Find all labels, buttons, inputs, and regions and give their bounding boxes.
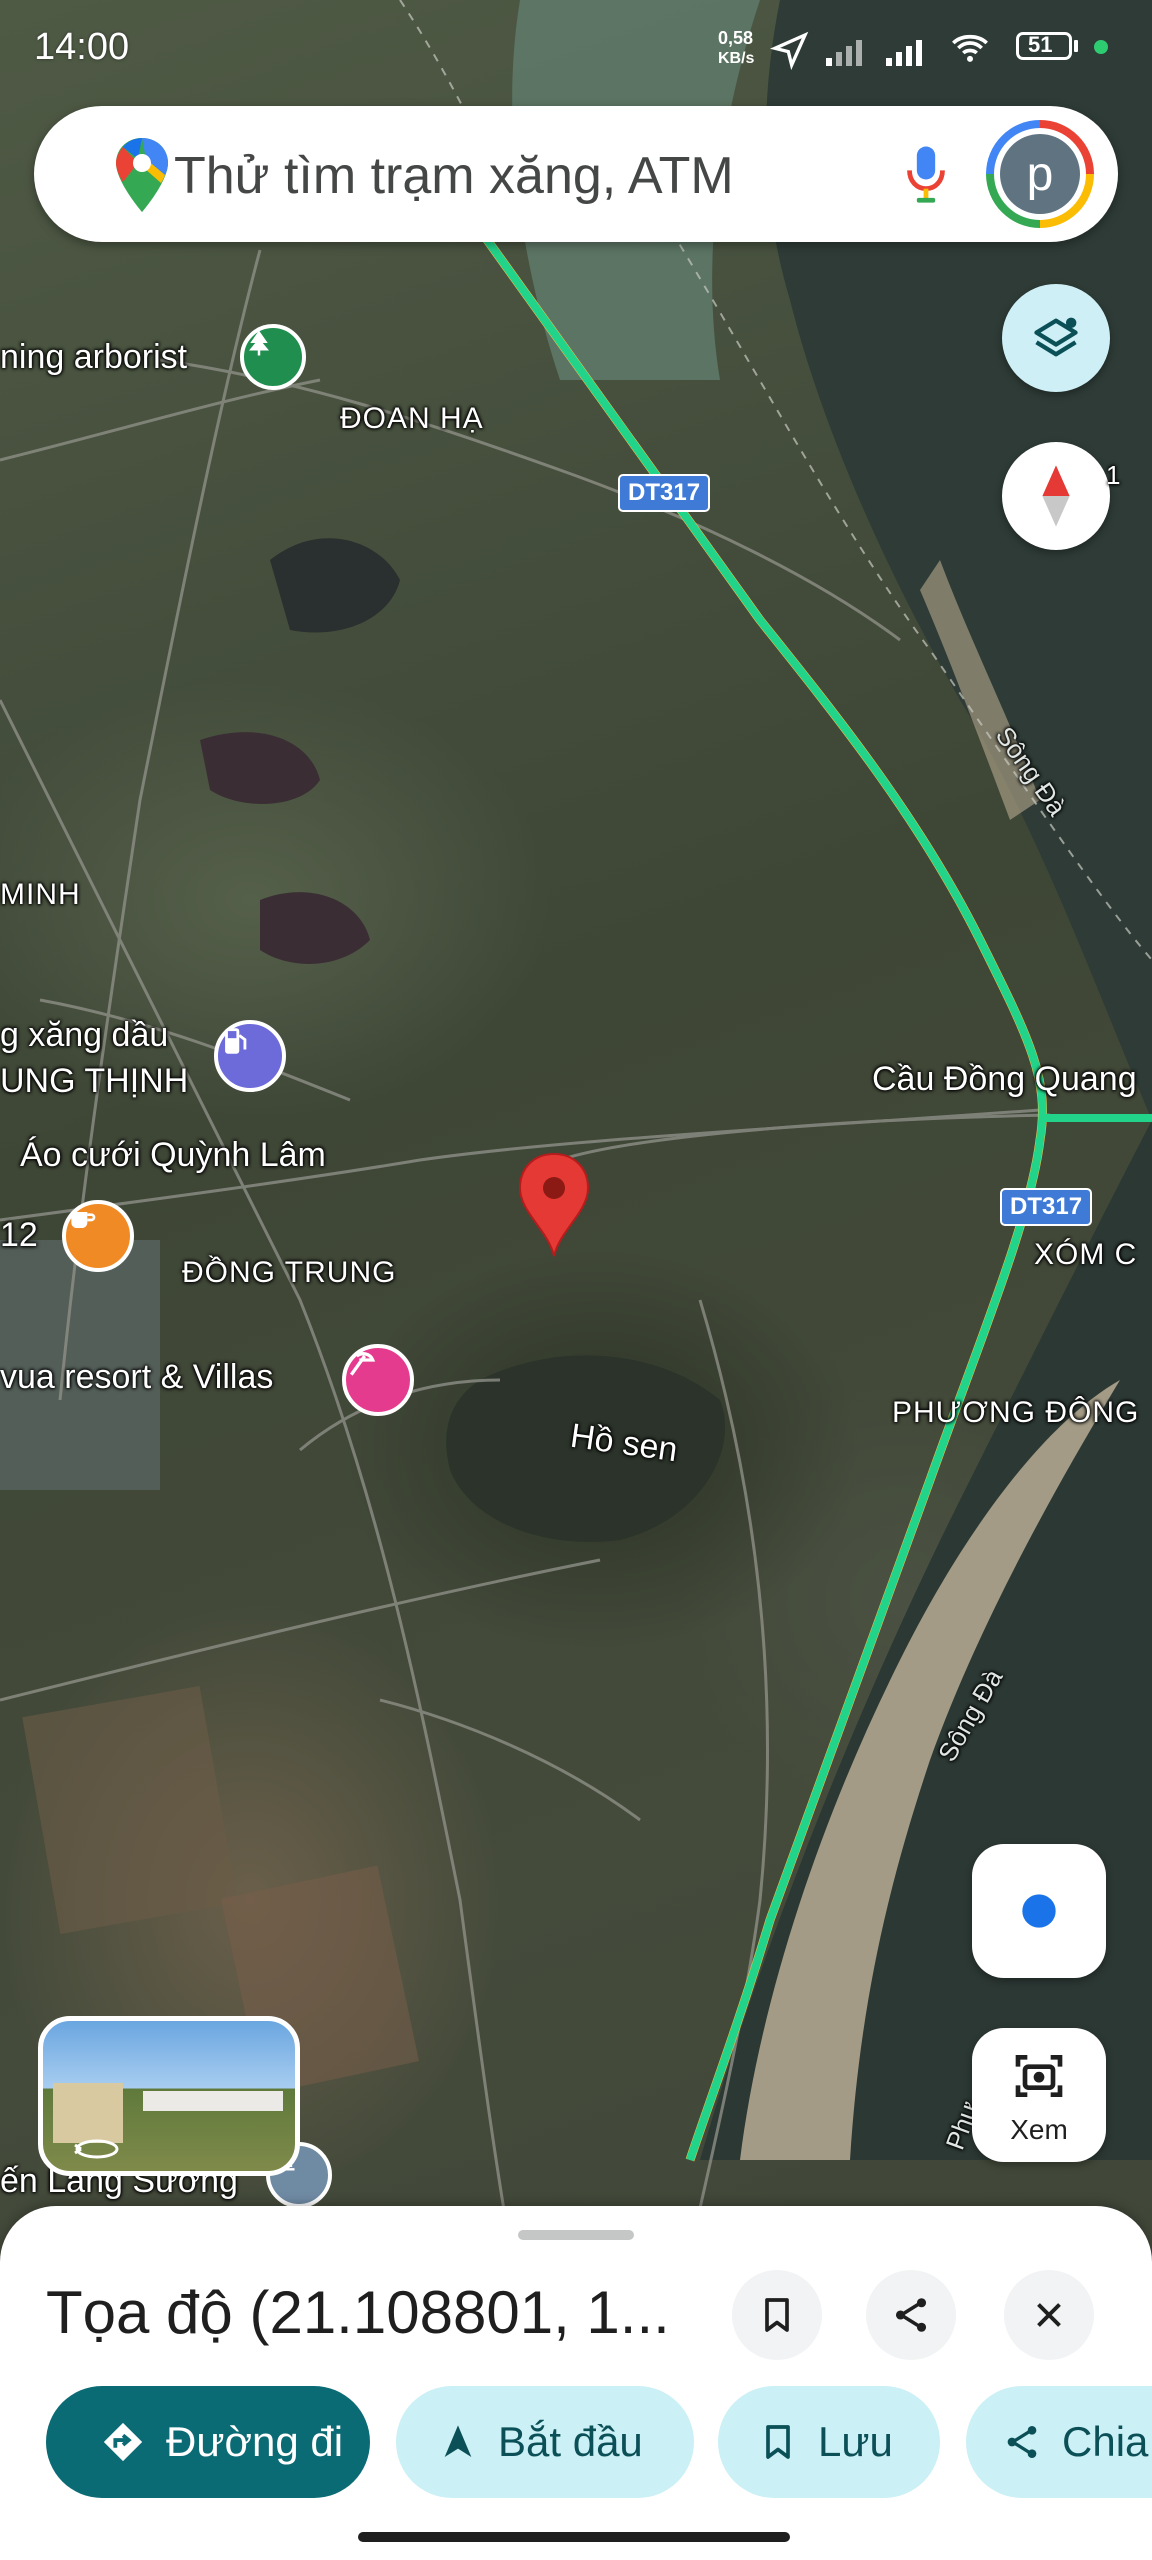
park-poi-pin[interactable] (240, 324, 306, 390)
directions-icon (103, 2422, 143, 2462)
net-speed-value: 0,58 (718, 28, 754, 48)
dropped-pin-icon[interactable] (514, 1150, 594, 1260)
microphone-icon[interactable] (904, 142, 948, 206)
place-label-cau-dong-quang[interactable]: Cầu Đồng Quang (872, 1060, 1137, 1099)
directions-chip[interactable]: Đường đi (46, 2386, 370, 2498)
road-shield-dt317-mid: DT317 (1000, 1188, 1093, 1226)
status-bar: 14:00 0,58 KB/s 51 (0, 0, 1152, 100)
battery-tip (1074, 40, 1078, 52)
gesture-home-bar[interactable] (358, 2532, 790, 2542)
resort-icon (349, 1352, 376, 1376)
compass-side-label: 1 (1106, 460, 1121, 490)
save-label: Lưu (818, 2418, 893, 2465)
place-bottom-sheet[interactable]: Tọa độ (21.108801, 1... Đường đi Bắt đầu (0, 2206, 1152, 2560)
poi-label-cafe-number: 12 (0, 1216, 38, 1254)
place-title: Tọa độ (21.108801, 1... (46, 2279, 670, 2346)
search-bar[interactable]: Thử tìm trạm xăng, ATM p (34, 106, 1118, 242)
resort-poi-pin[interactable] (342, 1344, 414, 1416)
search-input[interactable]: Thử tìm trạm xăng, ATM (174, 146, 734, 206)
wall-shape (143, 2091, 283, 2111)
location-arrow-icon (770, 31, 809, 70)
share-label: Chia (1062, 2418, 1149, 2465)
poi-label-arborist[interactable]: ning arborist (0, 338, 187, 377)
wifi-icon (952, 34, 988, 62)
navigation-arrow-icon (444, 2425, 472, 2457)
lens-view-button[interactable]: Xem (972, 2028, 1106, 2162)
camera-indicator-dot (1094, 40, 1108, 54)
bookmark-chip-icon (766, 2425, 790, 2459)
bookmark-icon (765, 2298, 789, 2332)
poi-label-resort[interactable]: vua resort & Villas (0, 1358, 273, 1397)
status-time: 14:00 (34, 26, 130, 68)
area-label-minh: MINH (0, 878, 81, 911)
save-bookmark-button[interactable] (732, 2270, 822, 2360)
my-location-icon (1022, 1894, 1056, 1928)
close-icon (1037, 2303, 1061, 2327)
area-label-doan-ha: ĐOAN HẠ (340, 402, 484, 435)
close-button[interactable] (1004, 2270, 1094, 2360)
area-label-phuong-dong: PHƯƠNG ĐÔNG (892, 1396, 1140, 1429)
start-label: Bắt đầu (498, 2418, 643, 2465)
layers-icon (1034, 317, 1078, 357)
coffee-cup-icon (71, 1212, 96, 1228)
lens-icon (1015, 2055, 1063, 2097)
poi-label-gas-station-1[interactable]: g xăng dầu (0, 1016, 168, 1055)
area-label-dong-trung: ĐỒNG TRUNG (182, 1256, 397, 1289)
poi-label-gas-station-2[interactable]: UNG THỊNH (0, 1062, 188, 1101)
share-icon (895, 2298, 927, 2332)
save-chip[interactable]: Lưu (718, 2386, 940, 2498)
share-chip-icon (1007, 2426, 1037, 2458)
layers-button[interactable] (1002, 284, 1110, 392)
my-location-button[interactable] (972, 1844, 1106, 1978)
sheet-drag-handle[interactable] (518, 2230, 634, 2240)
poi-label-wedding-shop[interactable]: Áo cưới Quỳnh Lâm (20, 1136, 326, 1175)
account-avatar[interactable]: p (986, 120, 1094, 228)
street-view-thumbnail[interactable] (38, 2016, 300, 2176)
fuel-icon (225, 1028, 247, 1054)
gas-station-poi-pin[interactable] (214, 1020, 286, 1092)
street-view-icon (74, 2139, 119, 2159)
tree-icon (249, 330, 269, 356)
google-maps-logo-icon (116, 138, 168, 212)
start-chip[interactable]: Bắt đầu (396, 2386, 694, 2498)
road-shield-dt317-top: DT317 (618, 474, 711, 512)
directions-label: Đường đi (166, 2418, 344, 2465)
lens-label: Xem (1010, 2114, 1068, 2145)
net-speed-unit: KB/s (718, 50, 755, 67)
compass-icon (1042, 465, 1070, 527)
share-chip[interactable]: Chia (966, 2386, 1152, 2498)
avatar-letter: p (1000, 134, 1080, 214)
signal-icon-2 (886, 40, 922, 66)
share-button[interactable] (866, 2270, 956, 2360)
battery-level: 51 (1028, 32, 1053, 57)
cafe-poi-pin[interactable] (62, 1200, 134, 1272)
compass-button[interactable] (1002, 442, 1110, 550)
area-label-xom: XÓM C (1034, 1238, 1138, 1271)
map-view[interactable]: ning arborist ĐOAN HẠ DT317 MINH g xăng … (0, 0, 1152, 2560)
